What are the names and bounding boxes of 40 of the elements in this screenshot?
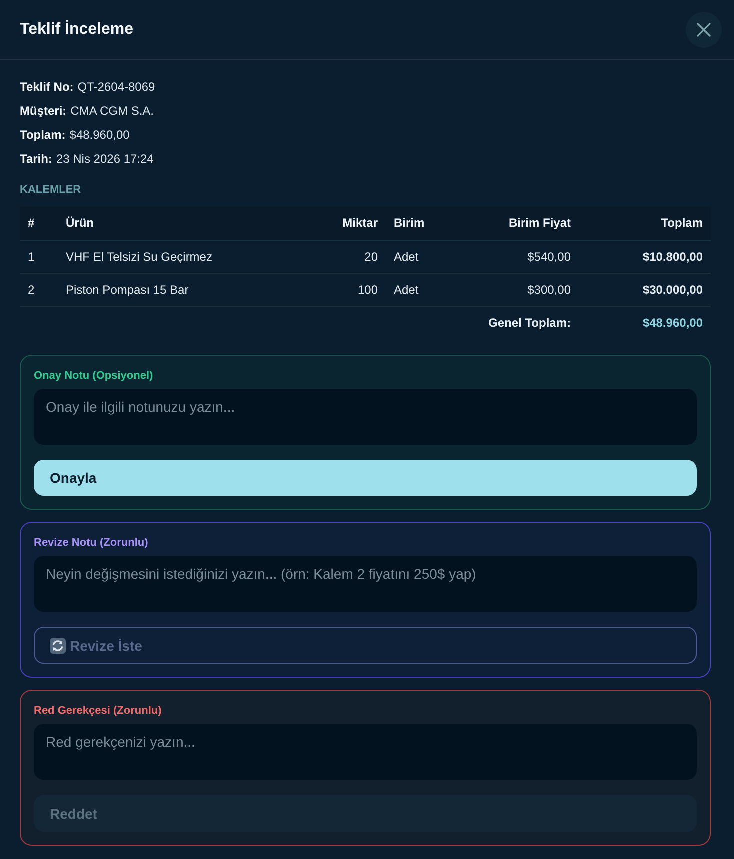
note-label: Revize Notu (Zorunlu) <box>34 536 150 551</box>
note-field[interactable]: Neyin değişmesini istediğinizi yazın... (örn: Kalem 2 fiyatını 250$ yap) <box>34 556 697 612</box>
column-header: Birim <box>386 207 466 240</box>
dialog-title: Teklif İnceleme <box>20 20 134 38</box>
table-cell: VHF El Telsizi Su Geçirmez <box>58 240 308 273</box>
detail-label: Teklif No: <box>20 80 74 94</box>
table-cell: 2 <box>20 273 58 306</box>
items-heading: KALEMLER <box>20 183 82 198</box>
detail-label: Tarih: <box>20 152 52 166</box>
table-cell: Adet <box>386 240 466 273</box>
table-cell: $30.000,00 <box>579 273 711 306</box>
table-cell: 100 <box>308 273 386 306</box>
note-field[interactable]: Onay ile ilgili notunuzu yazın... <box>34 389 697 445</box>
table-cell: 1 <box>20 240 58 273</box>
column-header: Ürün <box>58 207 308 240</box>
detail-label: Toplam: <box>20 128 66 142</box>
detail-value: CMA CGM S.A. <box>70 104 154 118</box>
detail-label: Müşteri: <box>20 104 67 118</box>
approve-button[interactable]: Onayla <box>34 460 697 496</box>
column-header: Birim Fiyat <box>466 207 579 240</box>
grand-total-value: $48.960,00 <box>579 306 711 339</box>
table-cell: $300,00 <box>466 273 579 306</box>
note-label: Red Gerekçesi (Zorunlu) <box>34 704 163 719</box>
table-cell: 20 <box>308 240 386 273</box>
note-field[interactable]: Red gerekçenizi yazın... <box>34 724 697 780</box>
close-button[interactable] <box>686 12 722 48</box>
detail-value: QT-2604-8069 <box>78 80 156 94</box>
close-icon <box>697 22 711 36</box>
detail-value: 23 Nis 2026 17:24 <box>56 152 154 166</box>
column-header: Toplam <box>579 207 711 240</box>
column-header: Miktar <box>308 207 386 240</box>
note-label: Onay Notu (Opsiyonel) <box>34 369 154 384</box>
table-cell: Piston Pompası 15 Bar <box>58 273 308 306</box>
column-header: # <box>20 207 58 240</box>
detail-value: $48.960,00 <box>70 128 130 142</box>
grand-total-label: Genel Toplam: <box>466 306 579 339</box>
table-cell: $540,00 <box>466 240 579 273</box>
table-cell: Adet <box>386 273 466 306</box>
table-cell: $10.800,00 <box>579 240 711 273</box>
refresh-icon <box>50 638 66 654</box>
